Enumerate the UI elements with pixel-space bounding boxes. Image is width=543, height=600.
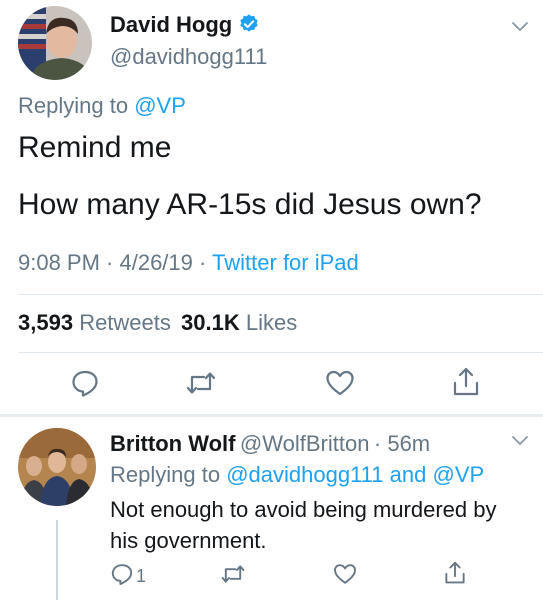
reply-author-name[interactable]: Britton Wolf [110,431,235,456]
replying-to-label: Replying to [18,93,129,118]
reply-share-button[interactable] [444,560,466,591]
chevron-down-icon[interactable] [510,20,530,39]
reply-bubble-icon [70,370,100,402]
reply-author-handle[interactable]: @WolfBritton [240,431,370,456]
thread-line [56,520,58,600]
divider [18,352,543,353]
author-avatar[interactable] [18,6,92,80]
like-button[interactable] [325,368,355,403]
likes-label: Likes [245,310,298,335]
reply-bubble-icon [110,562,134,591]
reply-replying-to-line: Replying to @davidhogg111 and @VP [110,462,484,488]
heart-icon [325,370,355,402]
retweet-icon [220,565,246,590]
verified-badge-icon [238,13,260,40]
replying-to-mention[interactable]: @VP [134,93,186,118]
author-handle[interactable]: @davidhogg111 [110,44,267,70]
tweet-text-line-1: Remind me [18,131,172,164]
share-icon [452,367,480,402]
tweet-source[interactable]: Twitter for iPad [212,250,359,275]
tweet-timestamp[interactable]: 9:08 PM · 4/26/19 · [18,250,206,275]
reply-text: Not enough to avoid being murdered by hi… [110,497,497,553]
reply-count: 1 [136,566,147,586]
retweets-label: Retweets [79,310,171,335]
reply-header: Britton Wolf @WolfBritton · 56m [110,431,430,457]
reply-author-avatar[interactable] [18,428,96,506]
retweets-count: 3,593 [18,310,74,335]
reply-replying-to-label: Replying to [110,462,221,487]
likes-count: 30.1K [181,310,240,335]
reply-mention-2[interactable]: @VP [432,462,484,487]
share-icon [444,561,466,590]
retweets-stat[interactable]: 3,593 Retweets [18,310,171,335]
retweet-icon [185,372,217,402]
tweet-text-line-2: How many AR-15s did Jesus own? [18,188,482,221]
replying-to-line: Replying to @VP [18,93,186,119]
reply-reply-button[interactable]: 1 [110,562,146,591]
tweet-meta: 9:08 PM · 4/26/19 · Twitter for iPad [18,250,359,276]
retweet-button[interactable] [185,368,217,403]
divider [18,294,543,295]
likes-stat[interactable]: 30.1K Likes [181,310,297,335]
section-divider [0,414,543,417]
reply-button[interactable] [70,368,100,403]
heart-icon [333,564,357,590]
tweet-stats: 3,593 Retweets 30.1K Likes [18,310,297,336]
reply-chevron-down-icon[interactable] [510,434,530,453]
reply-like-button[interactable] [333,562,357,591]
author-name[interactable]: David Hogg [110,12,232,37]
share-button[interactable] [452,366,480,403]
reply-and-label: and [389,462,427,487]
reply-retweet-button[interactable] [220,562,246,591]
reply-timestamp[interactable]: · 56m [374,431,430,456]
reply-mention-1[interactable]: @davidhogg111 [226,462,383,487]
